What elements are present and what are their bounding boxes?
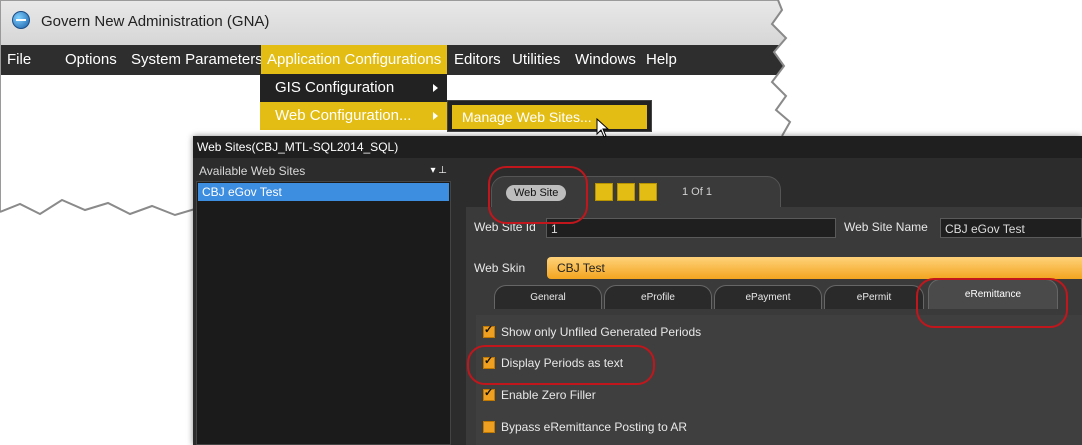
menu-item-web-configuration[interactable]: Web Configuration...	[260, 102, 447, 130]
record-pager: 1 Of 1	[682, 186, 712, 198]
menu-bar: File Options System Parameters Applicati…	[1, 45, 794, 75]
web-site-name-field[interactable]: CBJ eGov Test	[940, 218, 1082, 238]
menu-application-configurations[interactable]: Application Configurations	[261, 45, 448, 75]
checkbox-bypass-eremittance-posting[interactable]	[483, 421, 495, 433]
option-label: Enable Zero Filler	[501, 388, 596, 402]
tab-general[interactable]: General	[494, 285, 602, 309]
tab-epermit[interactable]: ePermit	[824, 285, 924, 309]
tab-epayment[interactable]: ePayment	[714, 285, 822, 309]
web-site-id-field[interactable]: 1	[546, 218, 836, 238]
gna-workspace	[1, 75, 211, 216]
save-icon[interactable]	[617, 183, 635, 201]
menu-utilities[interactable]: Utilities	[506, 45, 566, 75]
highlight-ring-web-site-tab	[488, 166, 588, 224]
gna-window-title: Govern New Administration (GNA)	[41, 13, 270, 30]
option-label: Show only Unfiled Generated Periods	[501, 325, 702, 339]
menu-item-label: Web Configuration...	[275, 107, 412, 124]
tab-eprofile[interactable]: eProfile	[604, 285, 712, 309]
web-site-name-label: Web Site Name	[844, 220, 928, 234]
option-label: Bypass eRemittance Posting to AR	[501, 420, 688, 434]
web-skin-label: Web Skin	[474, 261, 526, 275]
menu-file[interactable]: File	[1, 45, 37, 75]
submenu-arrow-icon	[433, 112, 438, 120]
menu-system-parameters[interactable]: System Parameters	[125, 45, 269, 75]
app-config-dropdown: GIS Configuration Web Configuration...	[260, 74, 447, 130]
highlight-ring-eremittance-tab	[916, 278, 1068, 328]
submenu-arrow-icon	[433, 84, 438, 92]
menu-item-gis-configuration[interactable]: GIS Configuration	[260, 74, 447, 102]
checkbox-enable-zero-filler[interactable]	[483, 386, 495, 401]
menu-item-label: GIS Configuration	[275, 79, 395, 96]
gna-title-bar: Govern New Administration (GNA)	[1, 1, 794, 45]
new-record-icon[interactable]	[595, 183, 613, 201]
web-skin-select[interactable]: CBJ Test	[547, 257, 1082, 279]
pin-dropdown-icon[interactable]: ▾ ⊥	[430, 162, 447, 180]
menu-help[interactable]: Help	[640, 45, 683, 75]
web-sites-window-title: Web Sites(CBJ_MTL-SQL2014_SQL)	[193, 136, 1082, 158]
list-item[interactable]: CBJ eGov Test	[198, 183, 449, 201]
available-sites-header: Available Web Sites ▾ ⊥	[196, 162, 451, 180]
web-config-submenu: Manage Web Sites...	[447, 100, 652, 132]
menu-editors[interactable]: Editors	[448, 45, 507, 75]
menu-windows[interactable]: Windows	[569, 45, 642, 75]
highlight-ring-display-periods	[467, 345, 655, 385]
available-sites-list[interactable]: CBJ eGov Test	[196, 181, 451, 445]
app-globe-icon	[12, 11, 30, 29]
menu-options[interactable]: Options	[59, 45, 123, 75]
checkbox-show-unfiled-periods[interactable]	[483, 323, 495, 338]
mouse-pointer-icon	[596, 118, 610, 138]
delete-icon[interactable]	[639, 183, 657, 201]
menu-item-manage-web-sites[interactable]: Manage Web Sites...	[452, 105, 647, 129]
available-sites-label: Available Web Sites	[199, 164, 306, 178]
